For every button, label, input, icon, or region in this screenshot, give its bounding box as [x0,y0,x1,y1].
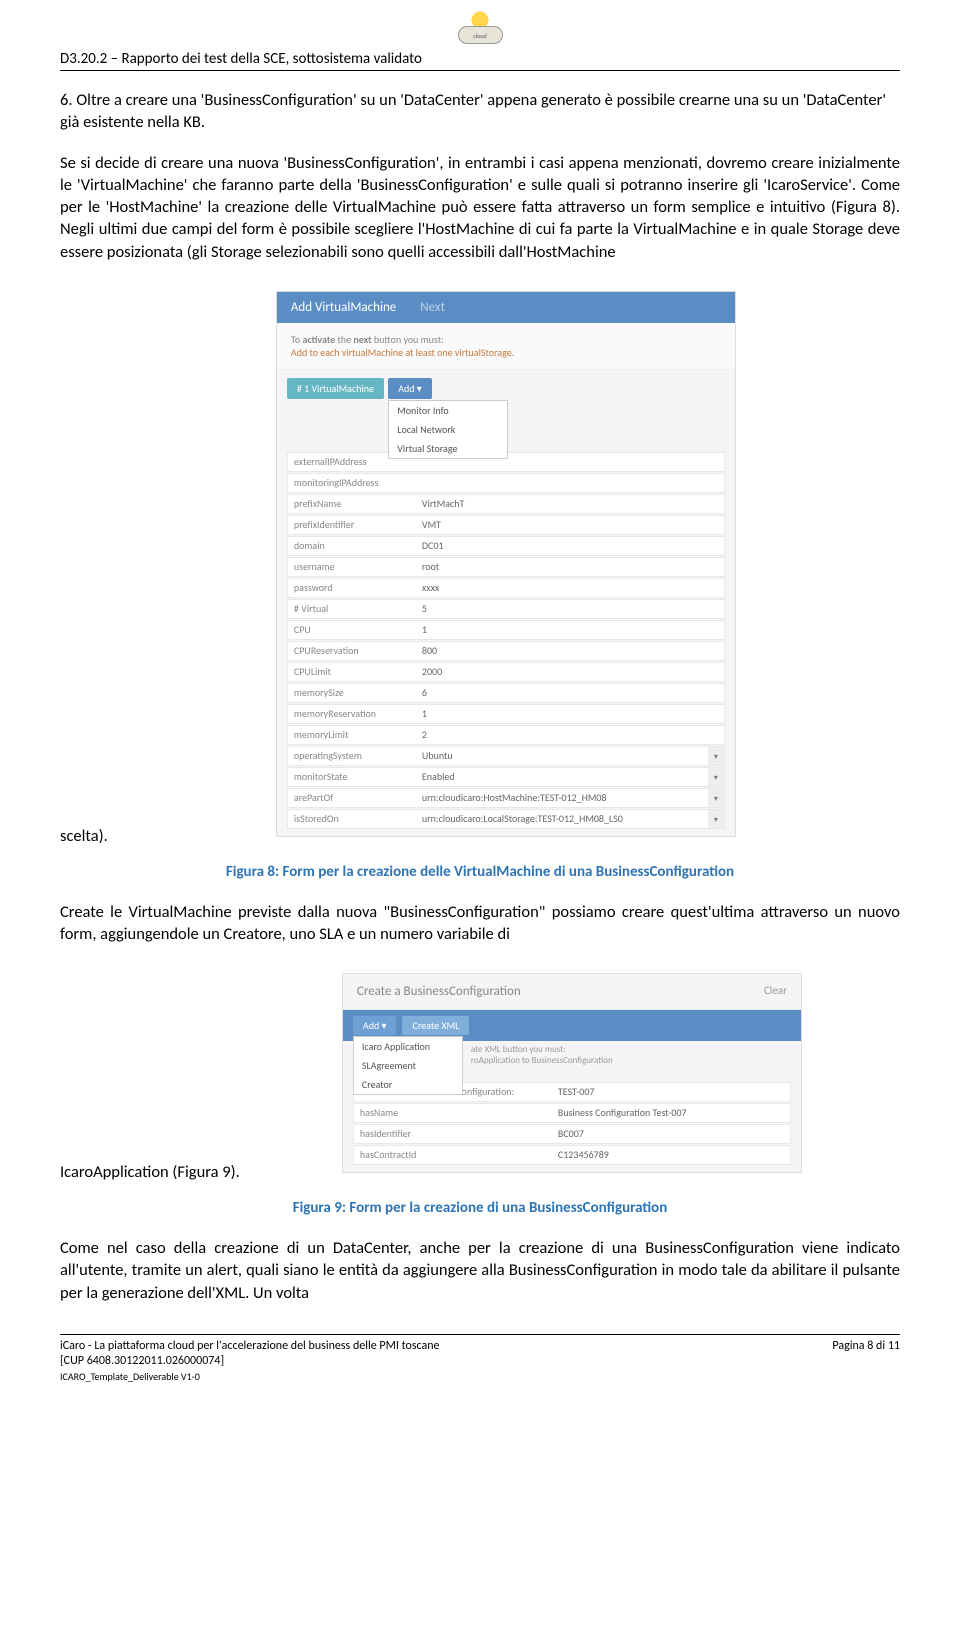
header-logo: cloud [450,10,510,55]
main-paragraph: Se si decide di creare una nuova 'Busine… [60,152,900,263]
field-label: CPULimit [288,665,418,678]
form-row: memoryLimit2 [287,725,725,745]
field-value[interactable]: BC007 [554,1127,790,1140]
form-row: hasNameBusiness Configuration Test-007 [353,1103,791,1123]
field-value[interactable]: VMT [418,518,724,531]
field-label: # Virtual [288,602,418,615]
panel2-title: Create a BusinessConfiguration [357,984,521,999]
trailing-text-2: IcaroApplication (Figura 9). [60,1162,240,1182]
field-value[interactable]: C123456789 [554,1148,790,1161]
form-row: hasIdentifierBC007 [353,1124,791,1144]
field-label: domain [288,539,418,552]
field-value[interactable]: xxxx [418,581,724,594]
page-number: Pagina 8 di 11 [832,1339,900,1383]
field-label: memoryLimit [288,728,418,741]
field-label: memoryReservation [288,707,418,720]
notice-line-2: Add to each virtualMachine at least one … [291,346,721,359]
field-label: monitorState [288,770,418,783]
trailing-text-1: scelta). [60,826,108,846]
form-row: isStoredOnurn:cloudicaro:LocalStorage:TE… [287,809,725,829]
field-value[interactable]: DC01 [418,539,724,552]
field-label: prefixName [288,497,418,510]
field-value[interactable]: 2000 [418,665,724,678]
field-value[interactable]: 800 [418,644,724,657]
form-row: # Virtual5 [287,599,725,619]
field-label: operatingSystem [288,749,418,762]
chevron-down-icon[interactable]: ▾ [708,810,724,828]
field-label: CPUReservation [288,644,418,657]
dd-icaroapp[interactable]: Icaro Application [354,1037,462,1056]
form-row: domainDC01 [287,536,725,556]
field-label: isStoredOn [288,812,418,825]
panel-title: Add VirtualMachine [291,300,396,315]
field-value[interactable]: 2 [418,728,724,741]
chevron-down-icon[interactable]: ▾ [708,768,724,786]
add-button[interactable]: Add ▾ Monitor Info Local Network Virtual… [388,378,432,399]
field-label: prefixIdentifier [288,518,418,531]
field-label: password [288,581,418,594]
notice-line-1: To activate the next button you must: [291,333,721,346]
vm-badge[interactable]: # 1 VirtualMachine [287,378,384,399]
dropdown-item-monitor[interactable]: Monitor Info [389,401,507,420]
clear-button[interactable]: Clear [764,984,787,999]
form-row: passwordxxxx [287,578,725,598]
form-row: hasContractIdC123456789 [353,1145,791,1165]
dropdown-item-vstorage[interactable]: Virtual Storage [389,439,507,458]
field-label: arePartOf [288,791,418,804]
field-value[interactable]: 1 [418,623,724,636]
figure-9-caption: Figura 9: Form per la creazione di una B… [60,1199,900,1217]
form-row: CPU1 [287,620,725,640]
field-value[interactable]: Ubuntu [418,749,708,762]
field-label: hasIdentifier [354,1127,554,1140]
screenshot-add-virtualmachine: Add VirtualMachine Next To activate the … [276,291,736,837]
form-row: monitoringIPAddress [287,473,725,493]
doc-reference: D3.20.2 – Rapporto dei test della SCE, s… [60,50,422,68]
screenshot-create-businessconfig: Create a BusinessConfiguration Clear Add… [342,973,802,1173]
field-value[interactable]: 1 [418,707,724,720]
dd-sla[interactable]: SLAgreement [354,1056,462,1075]
field-value[interactable]: Business Configuration Test-007 [554,1106,790,1119]
field-label: hasContractId [354,1148,554,1161]
form-row: prefixIdentifierVMT [287,515,725,535]
field-label: hasName [354,1106,554,1119]
field-value[interactable]: Enabled [418,770,708,783]
paragraph-after-fig8: Create le VirtualMachine previste dalla … [60,901,900,946]
field-label: username [288,560,418,573]
figure-8-caption: Figura 8: Form per la creazione delle Vi… [60,863,900,881]
form-row: arePartOfurn:cloudicaro:HostMachine:TEST… [287,788,725,808]
form-row: CPUReservation800 [287,641,725,661]
notice2-l2: roApplication to BusinessConfiguration [471,1056,793,1067]
form-row: operatingSystemUbuntu▾ [287,746,725,766]
form-row: CPULimit2000 [287,662,725,682]
next-button[interactable]: Next [420,300,445,315]
footer-left: iCaro - La piattaforma cloud per l'accel… [60,1339,440,1383]
dd-creator[interactable]: Creator [354,1075,462,1094]
form-row: usernameroot [287,557,725,577]
field-value[interactable]: 5 [418,602,724,615]
final-paragraph: Come nel caso della creazione di un Data… [60,1237,900,1304]
form-row: memoryReservation1 [287,704,725,724]
field-value[interactable]: urn:cloudicaro:LocalStorage:TEST-012_HM0… [418,812,708,825]
add-button-2[interactable]: Add ▾ [353,1016,397,1035]
createxml-button[interactable]: Create XML [402,1016,469,1035]
field-value[interactable]: TEST-007 [554,1085,790,1098]
form-row: memorySize6 [287,683,725,703]
form-row: prefixNameVirtMachT [287,494,725,514]
field-value[interactable]: 6 [418,686,724,699]
chevron-down-icon[interactable]: ▾ [708,747,724,765]
dropdown-item-localnet[interactable]: Local Network [389,420,507,439]
field-label: CPU [288,623,418,636]
chevron-down-icon[interactable]: ▾ [708,789,724,807]
field-value[interactable]: VirtMachT [418,497,724,510]
field-value[interactable]: root [418,560,724,573]
field-label: monitoringIPAddress [288,476,418,489]
add-dropdown-2: Icaro Application SLAgreement Creator [353,1036,463,1095]
paragraph-6: 6. Oltre a creare una 'BusinessConfigura… [60,89,900,134]
field-value[interactable]: urn:cloudicaro:HostMachine:TEST-012_HM08 [418,791,708,804]
form-row: monitorStateEnabled▾ [287,767,725,787]
add-dropdown: Monitor Info Local Network Virtual Stora… [388,400,508,459]
field-label: memorySize [288,686,418,699]
